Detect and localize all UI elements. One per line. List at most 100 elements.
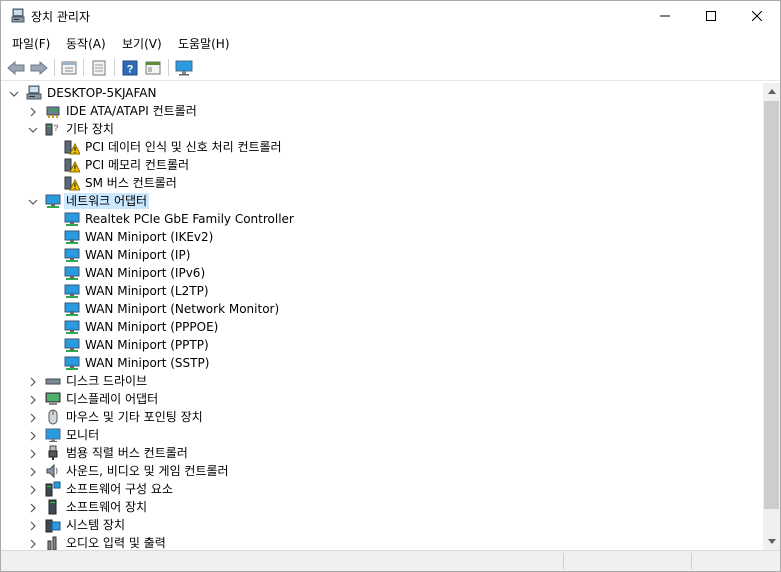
chevron-right-icon[interactable] bbox=[28, 376, 38, 387]
minimize-button[interactable] bbox=[642, 1, 688, 31]
chevron-right-icon[interactable] bbox=[28, 520, 38, 531]
warning-device-icon bbox=[64, 175, 81, 191]
tree-leaf-label: WAN Miniport (PPPOE) bbox=[85, 320, 219, 334]
tree-node-system-devices[interactable]: 시스템 장치 bbox=[1, 516, 763, 534]
toolbar: ? bbox=[1, 54, 780, 81]
tree-leaf-label: WAN Miniport (Network Monitor) bbox=[85, 302, 280, 316]
tree-node-display-adapters[interactable]: 디스플레이 어댑터 bbox=[1, 390, 763, 408]
scroll-thumb[interactable] bbox=[764, 101, 779, 509]
tree-node-label: 기타 장치 bbox=[66, 122, 114, 136]
tree-root[interactable]: DESKTOP-5KJAFAN bbox=[1, 84, 763, 102]
toolbar-separator bbox=[54, 59, 55, 76]
chevron-right-icon[interactable] bbox=[28, 394, 38, 405]
status-bar-divider bbox=[691, 553, 692, 569]
tree-node-sound[interactable]: 사운드, 비디오 및 게임 컨트롤러 bbox=[1, 462, 763, 480]
network-adapter-icon bbox=[64, 229, 80, 245]
chevron-right-icon[interactable] bbox=[28, 538, 38, 549]
tree-node-usb[interactable]: 범용 직렬 버스 컨트롤러 bbox=[1, 444, 763, 462]
forward-arrow-icon[interactable] bbox=[28, 57, 50, 78]
tree-leaf[interactable]: WAN Miniport (PPPOE) bbox=[1, 318, 763, 336]
tree-leaf[interactable]: Realtek PCIe GbE Family Controller bbox=[1, 210, 763, 228]
tree-node-mice[interactable]: 마우스 및 기타 포인팅 장치 bbox=[1, 408, 763, 426]
display-adapter-icon bbox=[45, 391, 61, 407]
computer-icon bbox=[26, 85, 42, 101]
device-manager-window: 장치 관리자 파일(F) 동작(A) 보기(V) 도움말(H) ? DESKTO… bbox=[0, 0, 781, 572]
tree-leaf-label: WAN Miniport (L2TP) bbox=[85, 284, 209, 298]
chevron-right-icon[interactable] bbox=[28, 502, 38, 513]
tree-leaf[interactable]: WAN Miniport (IPv6) bbox=[1, 264, 763, 282]
close-button[interactable] bbox=[734, 1, 780, 31]
title-bar: 장치 관리자 bbox=[1, 1, 780, 31]
tree-leaf[interactable]: PCI 메모리 컨트롤러 bbox=[1, 156, 763, 174]
tree-leaf-label: WAN Miniport (PPTP) bbox=[85, 338, 209, 352]
tree-leaf[interactable]: WAN Miniport (PPTP) bbox=[1, 336, 763, 354]
tree-leaf-label: WAN Miniport (IPv6) bbox=[85, 266, 206, 280]
tree-node-label: 소프트웨어 구성 요소 bbox=[66, 482, 173, 496]
chevron-down-icon[interactable] bbox=[9, 88, 19, 98]
tree-node-label: 오디오 입력 및 출력 bbox=[66, 536, 166, 550]
network-adapter-icon bbox=[64, 283, 80, 299]
unknown-device-icon: ? bbox=[45, 121, 61, 137]
tree-leaf[interactable]: WAN Miniport (Network Monitor) bbox=[1, 300, 763, 318]
toolbar-separator bbox=[83, 59, 84, 76]
chevron-right-icon[interactable] bbox=[28, 106, 38, 117]
chevron-right-icon[interactable] bbox=[28, 448, 38, 459]
chevron-right-icon[interactable] bbox=[28, 484, 38, 495]
menu-action[interactable]: 동작(A) bbox=[66, 35, 106, 52]
warning-device-icon bbox=[64, 139, 81, 155]
menu-file[interactable]: 파일(F) bbox=[12, 35, 50, 52]
view-icon[interactable] bbox=[142, 57, 164, 78]
scroll-down-arrow-icon[interactable] bbox=[763, 533, 780, 550]
tree-leaf[interactable]: WAN Miniport (SSTP) bbox=[1, 354, 763, 372]
maximize-button[interactable] bbox=[688, 1, 734, 31]
monitor-icon[interactable] bbox=[173, 57, 195, 78]
tree-node-label: 마우스 및 기타 포인팅 장치 bbox=[66, 410, 203, 424]
usb-icon bbox=[45, 445, 61, 461]
network-adapter-icon bbox=[64, 301, 80, 317]
chevron-down-icon[interactable] bbox=[28, 196, 38, 206]
tree-node-label: 네트워크 어댑터 bbox=[64, 193, 150, 209]
svg-text:?: ? bbox=[53, 123, 59, 133]
warning-device-icon bbox=[64, 157, 81, 173]
network-adapter-icon bbox=[45, 193, 61, 209]
software-component-icon bbox=[45, 481, 61, 497]
chevron-right-icon[interactable] bbox=[28, 430, 38, 441]
help-icon[interactable]: ? bbox=[119, 57, 141, 78]
chevron-down-icon[interactable] bbox=[28, 124, 38, 134]
tree-leaf[interactable]: WAN Miniport (IKEv2) bbox=[1, 228, 763, 246]
menu-help[interactable]: 도움말(H) bbox=[178, 35, 230, 52]
tree-node-audio-io[interactable]: 오디오 입력 및 출력 bbox=[1, 534, 763, 550]
tree-leaf[interactable]: SM 버스 컨트롤러 bbox=[1, 174, 763, 192]
tree-node-ide[interactable]: IDE ATA/ATAPI 컨트롤러 bbox=[1, 102, 763, 120]
vertical-scrollbar[interactable] bbox=[763, 83, 780, 550]
tree-leaf-label: PCI 데이터 인식 및 신호 처리 컨트롤러 bbox=[85, 140, 282, 154]
tree-leaf[interactable]: PCI 데이터 인식 및 신호 처리 컨트롤러 bbox=[1, 138, 763, 156]
software-device-icon bbox=[45, 499, 61, 515]
window-title: 장치 관리자 bbox=[31, 10, 91, 24]
chevron-right-icon[interactable] bbox=[28, 466, 38, 477]
svg-text:?: ? bbox=[127, 63, 134, 75]
tree-node-software-devices[interactable]: 소프트웨어 장치 bbox=[1, 498, 763, 516]
toolbar-separator bbox=[114, 59, 115, 76]
tree-node-label: 모니터 bbox=[66, 428, 100, 442]
device-tree[interactable]: DESKTOP-5KJAFAN IDE ATA/ATAPI 컨트롤러 ? 기타 … bbox=[1, 83, 763, 550]
tree-node-disk-drives[interactable]: 디스크 드라이브 bbox=[1, 372, 763, 390]
update-icon[interactable] bbox=[88, 57, 110, 78]
tree-node-network-adapters[interactable]: 네트워크 어댑터 bbox=[1, 192, 763, 210]
chevron-right-icon[interactable] bbox=[28, 412, 38, 423]
menu-view[interactable]: 보기(V) bbox=[122, 35, 162, 52]
tree-leaf[interactable]: WAN Miniport (L2TP) bbox=[1, 282, 763, 300]
tree-node-label: 시스템 장치 bbox=[66, 518, 126, 532]
network-adapter-icon bbox=[64, 355, 80, 371]
back-arrow-icon[interactable] bbox=[5, 57, 27, 78]
mouse-icon bbox=[45, 409, 61, 425]
tree-leaf-label: WAN Miniport (SSTP) bbox=[85, 356, 210, 370]
tree-node-other-devices[interactable]: ? 기타 장치 bbox=[1, 120, 763, 138]
tree-node-software-components[interactable]: 소프트웨어 구성 요소 bbox=[1, 480, 763, 498]
audio-io-icon bbox=[45, 535, 61, 550]
properties-icon[interactable] bbox=[58, 57, 80, 78]
tree-leaf[interactable]: WAN Miniport (IP) bbox=[1, 246, 763, 264]
tree-node-monitors[interactable]: 모니터 bbox=[1, 426, 763, 444]
status-bar bbox=[1, 550, 780, 571]
scroll-up-arrow-icon[interactable] bbox=[763, 83, 780, 100]
